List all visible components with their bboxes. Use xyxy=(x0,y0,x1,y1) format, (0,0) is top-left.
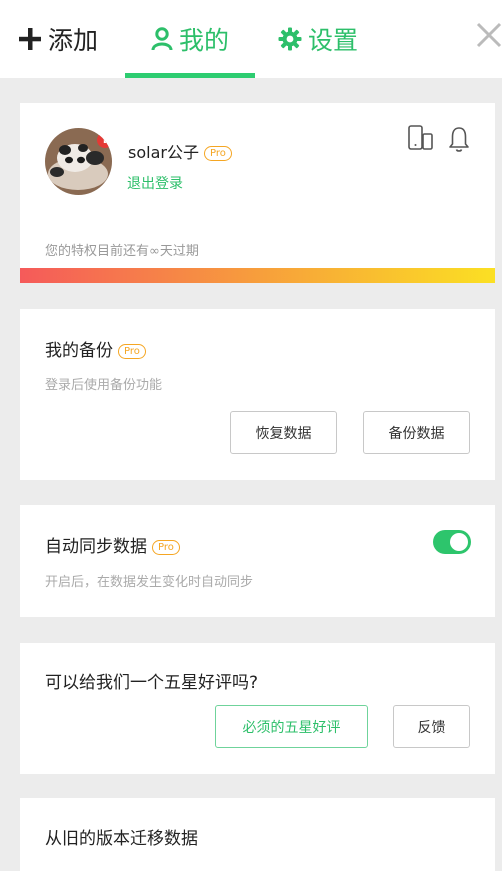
auto-sync-toggle[interactable] xyxy=(433,530,471,554)
tab-mine[interactable]: 我的 xyxy=(125,0,255,78)
watermark-logo-icon: 值 xyxy=(378,841,404,867)
top-tab-bar: 添加 我的 设置 xyxy=(0,0,502,78)
sync-desc: 开启后，在数据发生变化时自动同步 xyxy=(45,575,254,590)
tab-add-label: 添加 xyxy=(48,26,99,55)
tab-add[interactable]: 添加 xyxy=(18,0,98,78)
device-icon[interactable] xyxy=(408,125,434,153)
close-icon[interactable] xyxy=(474,20,502,50)
watermark-text: 什么值得买 xyxy=(408,845,484,864)
user-icon xyxy=(151,27,173,51)
sync-title-text: 自动同步数据 xyxy=(45,537,147,557)
watermark: 值 什么值得买 xyxy=(378,841,483,867)
pro-badge: Pro xyxy=(203,146,232,161)
privilege-bar xyxy=(20,268,495,283)
restore-data-button[interactable]: 恢复数据 xyxy=(230,411,337,454)
backup-desc: 登录后使用备份功能 xyxy=(45,378,163,393)
five-star-rate-button[interactable]: 必须的五星好评 xyxy=(215,705,368,748)
backup-card: 我的备份 Pro 登录后使用备份功能 恢复数据 备份数据 xyxy=(20,309,495,480)
backup-data-button[interactable]: 备份数据 xyxy=(363,411,470,454)
tab-mine-label: 我的 xyxy=(178,26,229,55)
feedback-button[interactable]: 反馈 xyxy=(393,705,470,748)
backup-title: 我的备份 Pro xyxy=(45,336,146,361)
username: solar公子 Pro xyxy=(128,139,232,163)
rating-card: 可以给我们一个五星好评吗? 必须的五星好评 反馈 xyxy=(20,643,495,774)
logout-link[interactable]: 退出登录 xyxy=(127,173,183,193)
migrate-title: 从旧的版本迁移数据 xyxy=(45,829,198,849)
avatar[interactable] xyxy=(45,128,112,195)
sync-title: 自动同步数据 Pro xyxy=(45,532,180,557)
username-text: solar公子 xyxy=(128,143,199,162)
sync-card: 自动同步数据 Pro 开启后，在数据发生变化时自动同步 xyxy=(20,505,495,617)
pro-badge: Pro xyxy=(152,540,180,555)
plus-icon xyxy=(18,27,42,51)
tab-settings[interactable]: 设置 xyxy=(278,0,358,78)
privilege-expiry-text: 您的特权目前还有∞天过期 xyxy=(45,244,199,259)
tab-settings-label: 设置 xyxy=(308,26,359,55)
account-card: solar公子 Pro 退出登录 您的特权目前还有∞天过期 xyxy=(20,103,495,283)
gear-icon xyxy=(278,27,302,51)
active-tab-indicator xyxy=(125,73,255,78)
bell-icon[interactable] xyxy=(448,125,470,153)
rating-title: 可以给我们一个五星好评吗? xyxy=(45,673,259,693)
pro-badge: Pro xyxy=(118,344,146,359)
toggle-knob xyxy=(450,533,468,551)
backup-title-text: 我的备份 xyxy=(45,341,113,361)
